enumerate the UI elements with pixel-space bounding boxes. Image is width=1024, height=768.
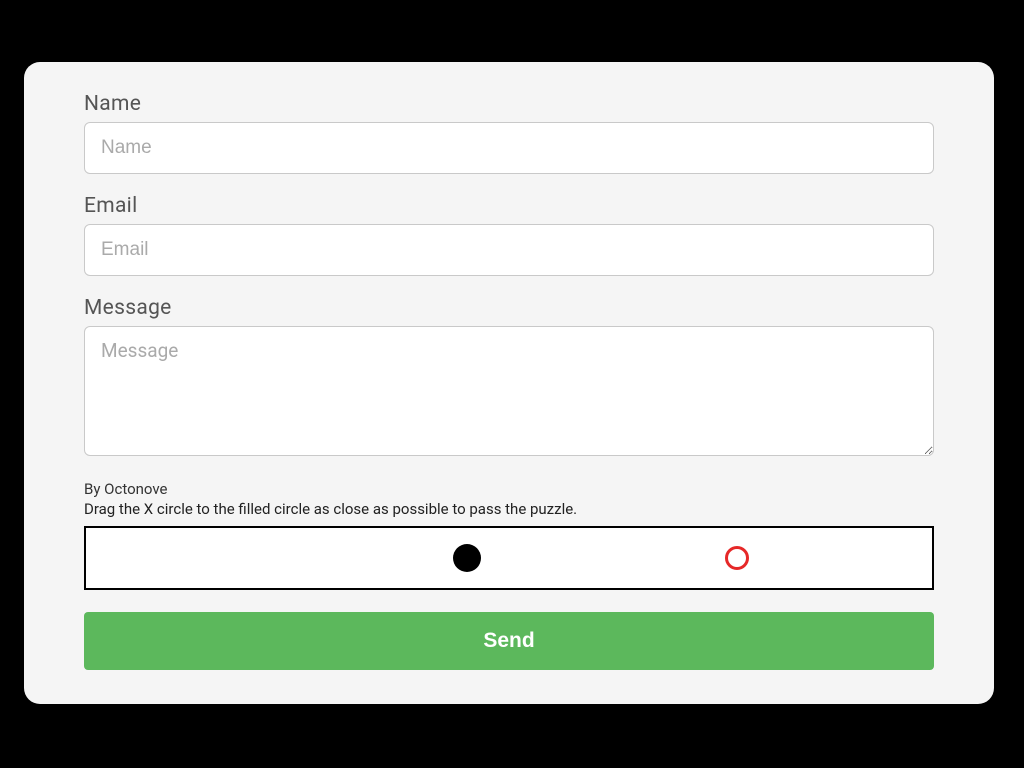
message-textarea[interactable]: [84, 326, 934, 456]
captcha-target-circle-icon: [453, 544, 481, 572]
name-field-group: Name: [84, 92, 934, 174]
email-field-group: Email: [84, 194, 934, 276]
name-input[interactable]: [84, 122, 934, 174]
send-button[interactable]: Send: [84, 612, 934, 670]
message-field-group: Message: [84, 296, 934, 460]
captcha-draggable-circle-icon[interactable]: [725, 546, 749, 570]
captcha-instruction: Drag the X circle to the filled circle a…: [84, 500, 934, 518]
contact-form-card: Name Email Message By Octonove Drag the …: [24, 62, 994, 704]
captcha-puzzle-track: [84, 526, 934, 590]
captcha-byline: By Octonove: [84, 480, 934, 498]
email-field[interactable]: [84, 224, 934, 276]
captcha-section: By Octonove Drag the X circle to the fil…: [84, 480, 934, 590]
name-label: Name: [84, 92, 934, 116]
message-label: Message: [84, 296, 934, 320]
email-label: Email: [84, 194, 934, 218]
